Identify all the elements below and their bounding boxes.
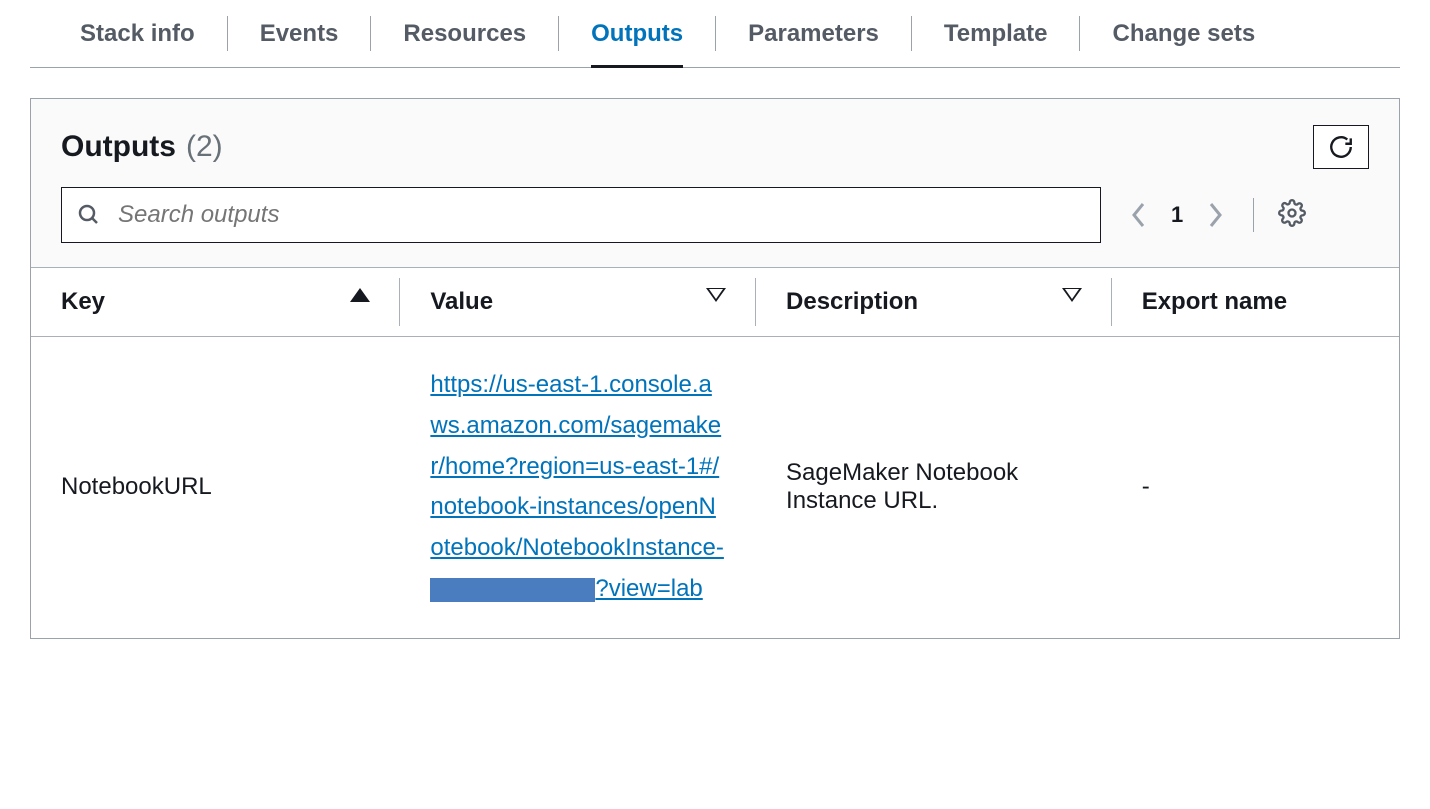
- column-header-value[interactable]: Value: [400, 268, 756, 337]
- cell-key: NotebookURL: [31, 337, 400, 638]
- tab-stack-info[interactable]: Stack info: [48, 0, 227, 67]
- search-input[interactable]: [61, 187, 1101, 243]
- outputs-table: Key Value Description Export name: [31, 267, 1399, 638]
- sort-asc-icon: [350, 288, 370, 302]
- tab-events[interactable]: Events: [228, 0, 371, 67]
- refresh-button[interactable]: [1313, 125, 1369, 169]
- cell-description: SageMaker Notebook Instance URL.: [756, 337, 1112, 638]
- outputs-panel: Outputs (2) 1: [30, 98, 1400, 639]
- gear-icon: [1278, 199, 1306, 227]
- pager-page: 1: [1171, 202, 1183, 228]
- tab-outputs[interactable]: Outputs: [559, 0, 715, 67]
- cell-value: https://us-east-1.console.aws.amazon.com…: [400, 337, 756, 638]
- output-link[interactable]: https://us-east-1.console.aws.amazon.com…: [430, 371, 724, 602]
- panel-count: (2): [186, 130, 223, 164]
- table-settings-button[interactable]: [1278, 199, 1306, 232]
- pager-next[interactable]: [1201, 201, 1229, 229]
- table-row: NotebookURL https://us-east-1.console.aw…: [31, 337, 1399, 638]
- pager-divider: [1253, 198, 1254, 232]
- panel-title: Outputs (2): [61, 130, 223, 164]
- column-header-description[interactable]: Description: [756, 268, 1112, 337]
- search-wrap: [61, 187, 1101, 243]
- tab-change-sets[interactable]: Change sets: [1080, 0, 1287, 67]
- toolbar: 1: [31, 187, 1399, 267]
- pager: 1: [1125, 198, 1306, 232]
- cell-export-name: -: [1112, 337, 1399, 638]
- redacted-segment: [430, 578, 595, 602]
- pager-prev[interactable]: [1125, 201, 1153, 229]
- panel-header: Outputs (2): [31, 99, 1399, 187]
- tabs-bar: Stack info Events Resources Outputs Para…: [30, 0, 1400, 68]
- sort-icon: [1062, 288, 1082, 302]
- column-header-export-name[interactable]: Export name: [1112, 268, 1399, 337]
- sort-icon: [706, 288, 726, 302]
- tab-template[interactable]: Template: [912, 0, 1080, 67]
- column-header-key[interactable]: Key: [31, 268, 400, 337]
- tab-parameters[interactable]: Parameters: [716, 0, 911, 67]
- refresh-icon: [1328, 134, 1354, 160]
- tab-resources[interactable]: Resources: [371, 0, 558, 67]
